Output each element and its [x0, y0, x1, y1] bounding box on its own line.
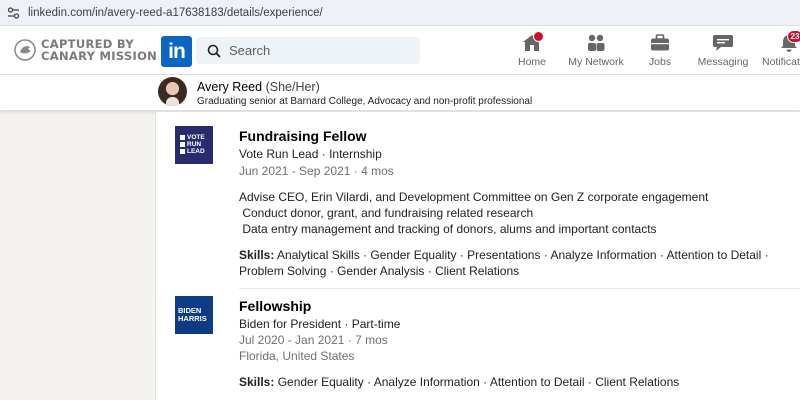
- canary-mission-watermark: CAPTURED BY CANARY MISSION: [14, 38, 157, 62]
- experience-skills: Skills: Gender Equality · Analyze Inform…: [239, 374, 779, 390]
- vote-run-lead-logo[interactable]: VOTE RUN LEAD: [175, 126, 213, 164]
- logo-text-harris: HARRIS: [178, 314, 207, 323]
- url-text[interactable]: linkedin.com/in/avery-reed-a17638183/det…: [28, 7, 323, 19]
- watermark-line-2: CANARY MISSION: [41, 49, 158, 63]
- experience-company: Vote Run Lead · Internship: [239, 147, 382, 161]
- profile-headline: Graduating senior at Barnard College, Ad…: [197, 96, 533, 107]
- experience-description: Advise CEO, Erin Vilardi, and Developmen…: [239, 189, 708, 237]
- messaging-icon: [712, 33, 734, 53]
- profile-name-text: Avery Reed: [197, 80, 263, 94]
- search-input[interactable]: [229, 43, 409, 58]
- nav-item-notifications[interactable]: 23 Notifications: [750, 30, 800, 73]
- search-bar[interactable]: [196, 37, 420, 64]
- skills-list: Gender Equality · Analyze Information · …: [277, 375, 680, 389]
- profile-name[interactable]: Avery Reed (She/Her): [197, 80, 320, 94]
- site-settings-icon[interactable]: [6, 6, 20, 20]
- experience-skills: Skills: Analytical Skills · Gender Equal…: [239, 247, 779, 279]
- experience-dates: Jun 2021 - Sep 2021 · 4 mos: [239, 164, 394, 178]
- profile-sticky-header: Avery Reed (She/Her) Graduating senior a…: [0, 75, 800, 111]
- nav-label-notifications: Notifications: [762, 56, 800, 68]
- logo-text-run: RUN: [187, 141, 202, 148]
- search-icon: [207, 44, 221, 58]
- home-icon: [521, 31, 544, 53]
- network-icon: [585, 33, 607, 53]
- description-line: Conduct donor, grant, and fundraising re…: [239, 206, 534, 220]
- avatar[interactable]: [158, 77, 187, 106]
- skills-label: Skills:: [239, 375, 275, 389]
- bell-icon: 23: [778, 30, 800, 53]
- experience-location: Florida, United States: [239, 349, 355, 363]
- nav-label-my-network: My Network: [568, 56, 624, 68]
- home-notification-dot: [533, 31, 544, 42]
- description-line: Data entry management and tracking of do…: [239, 222, 657, 236]
- notifications-badge: 23: [787, 30, 800, 43]
- description-line: Advise CEO, Erin Vilardi, and Developmen…: [239, 190, 709, 204]
- nav-label-jobs: Jobs: [648, 56, 672, 68]
- experience-card: VOTE RUN LEAD Fundraising Fellow Vote Ru…: [155, 112, 800, 400]
- linkedin-logo[interactable]: in: [161, 36, 192, 67]
- experience-dates: Jul 2020 - Jan 2021 · 7 mos: [239, 333, 388, 347]
- biden-harris-logo[interactable]: BIDEN HARRIS: [175, 296, 213, 334]
- nav-label-home: Home: [517, 56, 546, 68]
- logo-text-vote: VOTE: [187, 134, 205, 141]
- experience-title: Fundraising Fellow: [239, 128, 367, 144]
- nav-label-messaging: Messaging: [697, 56, 749, 68]
- browser-url-bar[interactable]: linkedin.com/in/avery-reed-a17638183/det…: [0, 0, 800, 26]
- experience-company: Biden for President · Part-time: [239, 317, 401, 331]
- logo-text-lead: LEAD: [187, 148, 205, 155]
- briefcase-icon: [649, 33, 671, 53]
- divider: [239, 288, 800, 289]
- skills-list: Analytical Skills · Gender Equality · Pr…: [239, 248, 769, 278]
- skills-label: Skills:: [239, 248, 275, 262]
- profile-pronouns: (She/Her): [265, 80, 320, 94]
- experience-title: Fellowship: [239, 298, 312, 314]
- canary-bird-icon: [14, 39, 36, 61]
